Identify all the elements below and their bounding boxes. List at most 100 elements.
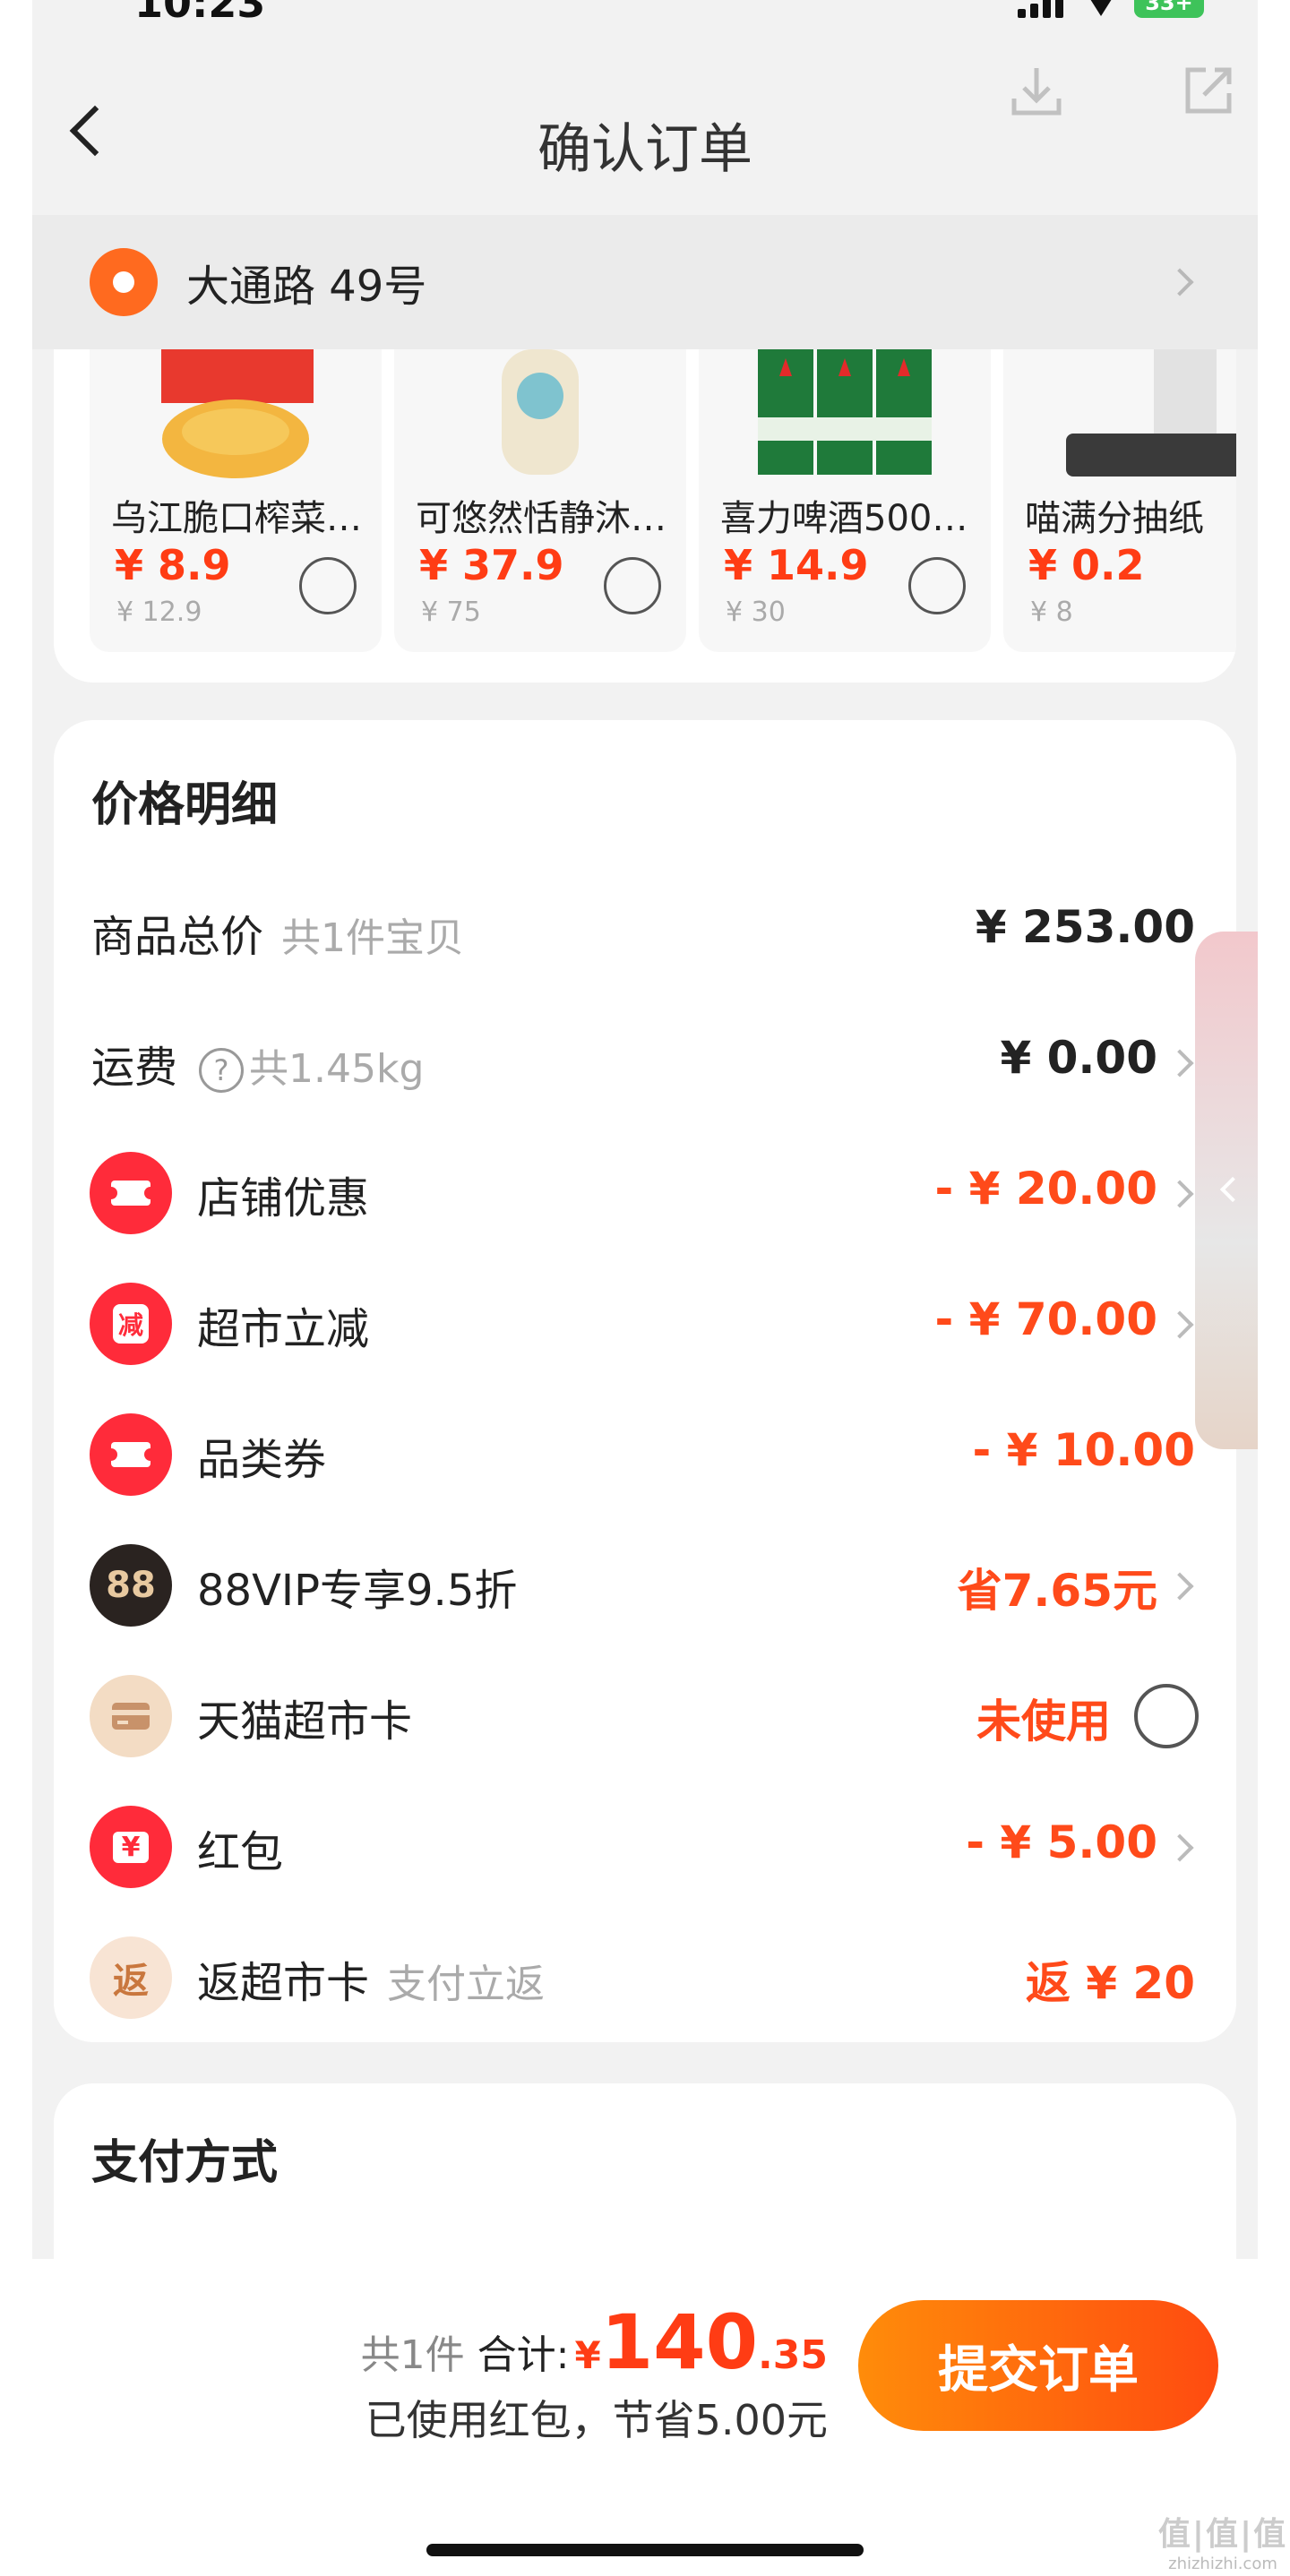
- status-icons: 33+: [1018, 0, 1204, 18]
- total-amount-integer: 140: [600, 2298, 759, 2386]
- row-sub: 支付立返: [387, 1962, 546, 2007]
- row-value: 未使用: [976, 1696, 1111, 1747]
- products-row: 乌江脆口榨菜… ¥ 8.9 ¥ 12.9 可悠然恬静沐… ¥ 37.9 ¥ 75: [90, 349, 1236, 652]
- product-select-checkbox[interactable]: [604, 557, 661, 614]
- price-details-card: 价格明细 商品总价 共1件宝贝 ¥ 253.00 运费? 共1.45kg ¥ 0.0…: [54, 720, 1236, 2042]
- card-use-checkbox[interactable]: [1134, 1684, 1199, 1748]
- row-sub: 共1.45kg: [249, 1046, 425, 1092]
- chevron-right-icon: [1165, 1572, 1194, 1601]
- product-item[interactable]: 可悠然恬静沐… ¥ 37.9 ¥ 75: [394, 349, 686, 652]
- status-time: 10:23: [134, 0, 266, 27]
- tmall-card-row[interactable]: 天猫超市卡 未使用: [54, 1650, 1236, 1781]
- chevron-right-icon: [1165, 1310, 1194, 1339]
- row-label: 返超市卡 支付立返: [197, 1958, 546, 2008]
- share-icon[interactable]: [1181, 63, 1236, 118]
- saved-note: 已使用红包，节省5.00元: [365, 2396, 828, 2444]
- discount-icon: 减: [90, 1283, 172, 1365]
- row-value: ¥ 253.00: [975, 901, 1195, 953]
- product-select-checkbox[interactable]: [908, 557, 966, 614]
- location-pin-icon: [90, 248, 158, 316]
- row-label: 商品总价 共1件宝贝: [91, 912, 465, 962]
- row-label: 运费? 共1.45kg: [91, 1043, 425, 1093]
- chevron-right-icon: [1165, 1049, 1194, 1078]
- product-name: 乌江脆口榨菜…: [111, 498, 362, 539]
- product-price: ¥ 8.9: [115, 541, 231, 589]
- product-item[interactable]: 喜力啤酒500… ¥ 14.9 ¥ 30: [699, 349, 991, 652]
- row-label: 品类券: [197, 1435, 327, 1485]
- bottom-checkout-bar: 共1件 合计: ¥ 140 .35 已使用红包，节省5.00元 提交订单: [32, 2259, 1258, 2576]
- row-value: - ¥ 5.00: [966, 1816, 1157, 1868]
- supermarket-discount-row[interactable]: 减 超市立减 - ¥ 70.00: [54, 1258, 1236, 1388]
- row-label: 88VIP专享9.5折: [197, 1566, 518, 1616]
- chevron-right-icon: [1165, 1180, 1194, 1208]
- vip88-icon: 88: [90, 1544, 172, 1627]
- product-image-beer: [758, 349, 932, 475]
- product-name: 可悠然恬静沐…: [416, 498, 666, 539]
- red-packet-row[interactable]: ¥ 红包 - ¥ 5.00: [54, 1781, 1236, 1911]
- header: 10:23 33+ 确认订单: [32, 0, 1258, 215]
- product-item[interactable]: 乌江脆口榨菜… ¥ 8.9 ¥ 12.9: [90, 349, 382, 652]
- recommended-products: 乌江脆口榨菜… ¥ 8.9 ¥ 12.9 可悠然恬静沐… ¥ 37.9 ¥ 75: [54, 349, 1236, 683]
- row-label: 超市立减: [197, 1304, 370, 1354]
- download-icon[interactable]: [1009, 63, 1064, 118]
- chevron-right-icon: [1165, 268, 1194, 296]
- product-image-pickles: [161, 349, 314, 478]
- product-name: 喵满分抽纸: [1025, 498, 1204, 539]
- card-icon: [90, 1675, 172, 1757]
- coupon-icon: [90, 1413, 172, 1496]
- product-original-price: ¥ 8: [1030, 597, 1073, 628]
- watermark-logo: 值|值|值: [1157, 2516, 1288, 2553]
- product-price: ¥ 14.9: [724, 541, 869, 589]
- product-original-price: ¥ 75: [421, 597, 481, 628]
- item-count: 共1件: [360, 2332, 465, 2378]
- row-label: 店铺优惠: [197, 1173, 370, 1224]
- watermark: 值|值|值 zhizhizhi.com: [1156, 2508, 1290, 2573]
- product-name: 喜力啤酒500…: [720, 498, 968, 539]
- row-value: 省7.65元: [957, 1565, 1157, 1617]
- row-value: - ¥ 20.00: [934, 1163, 1157, 1215]
- chevron-right-icon: [1165, 1833, 1194, 1862]
- address-selector[interactable]: 大通路 49号: [32, 215, 1258, 349]
- total-line: 共1件 合计: ¥ 140 .35: [361, 2298, 828, 2386]
- vip-discount-row[interactable]: 88 88VIP专享9.5折 省7.65元: [54, 1519, 1236, 1650]
- product-original-price: ¥ 12.9: [116, 597, 202, 628]
- rebate-row: 返 返超市卡 支付立返 返 ¥ 20: [54, 1911, 1236, 2042]
- row-value: 返 ¥ 20: [1025, 1957, 1195, 2009]
- signal-icon: [1018, 0, 1068, 18]
- price-details-title: 价格明细: [91, 778, 279, 832]
- red-packet-icon: ¥: [90, 1806, 172, 1888]
- row-label: 红包: [197, 1827, 284, 1877]
- product-image-bodywash: [502, 349, 579, 475]
- ticket-icon: [90, 1152, 172, 1234]
- app-screen: 10:23 33+ 确认订单 大通路 49号 乌江脆口榨菜… ¥ 8.9 ¥ 1…: [32, 0, 1258, 2576]
- product-price: ¥ 0.2: [1028, 541, 1145, 589]
- product-image-tissue: [1066, 349, 1236, 477]
- home-indicator: [426, 2544, 864, 2556]
- total-amount-decimal: .35: [758, 2332, 828, 2378]
- row-sub: 共1件宝贝: [281, 915, 465, 961]
- wifi-icon: [1084, 0, 1118, 16]
- address-text: 大通路 49号: [186, 262, 427, 312]
- submit-order-button[interactable]: 提交订单: [858, 2300, 1218, 2431]
- row-value: - ¥ 10.00: [972, 1424, 1195, 1476]
- payment-method-title: 支付方式: [91, 2136, 279, 2190]
- currency-symbol: ¥: [574, 2333, 601, 2377]
- row-value: ¥ 0.00: [1000, 1032, 1157, 1084]
- battery-icon: 33+: [1134, 0, 1204, 18]
- shop-discount-row[interactable]: 店铺优惠 - ¥ 20.00: [54, 1127, 1236, 1258]
- row-label: 天猫超市卡: [197, 1696, 413, 1747]
- product-original-price: ¥ 30: [726, 597, 786, 628]
- goods-total-row: 商品总价 共1件宝贝 ¥ 253.00: [54, 865, 1236, 996]
- category-coupon-row: 品类券 - ¥ 10.00: [54, 1388, 1236, 1519]
- product-item[interactable]: 喵满分抽纸 ¥ 0.2 ¥ 8: [1003, 349, 1236, 652]
- row-value: - ¥ 70.00: [934, 1293, 1157, 1345]
- product-price: ¥ 37.9: [419, 541, 564, 589]
- page-title: 确认订单: [538, 118, 752, 181]
- total-label: 合计:: [477, 2332, 570, 2378]
- rebate-icon: 返: [90, 1936, 172, 2019]
- shipping-row[interactable]: 运费? 共1.45kg ¥ 0.00: [54, 996, 1236, 1127]
- help-icon[interactable]: ?: [199, 1048, 245, 1093]
- side-drawer-handle[interactable]: [1195, 932, 1258, 1449]
- watermark-url: zhizhizhi.com: [1168, 2555, 1277, 2573]
- product-select-checkbox[interactable]: [299, 557, 357, 614]
